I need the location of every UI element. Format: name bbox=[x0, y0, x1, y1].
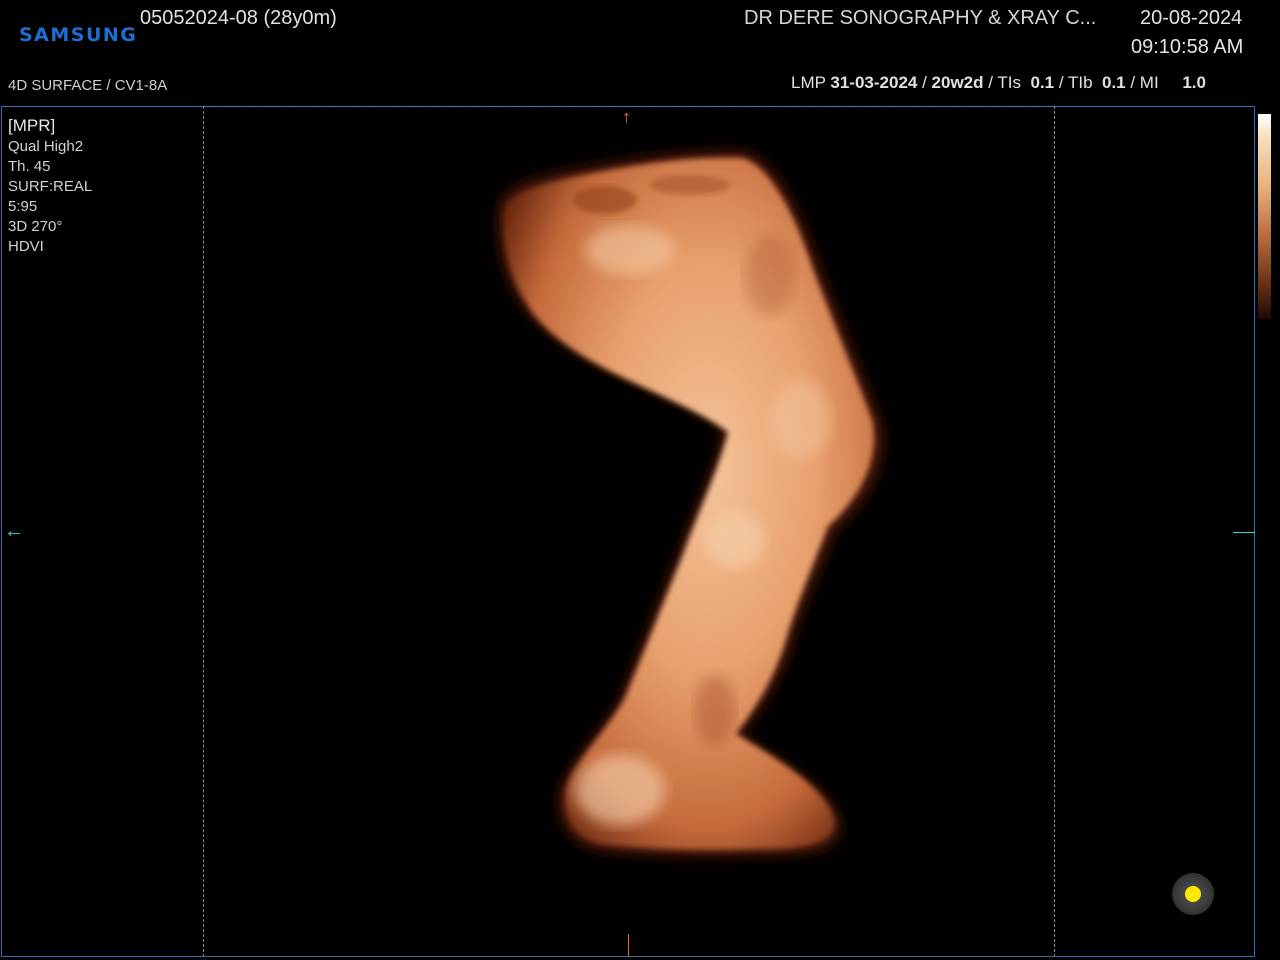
arrow-left-icon: ← bbox=[4, 520, 24, 542]
right-orientation-tick bbox=[1233, 532, 1255, 533]
arrow-up-icon: ↑ bbox=[622, 107, 631, 127]
bottom-orientation-tick bbox=[628, 934, 629, 956]
fetal-leg-rendering bbox=[498, 151, 883, 857]
yellow-dot-icon[interactable] bbox=[1172, 873, 1214, 915]
